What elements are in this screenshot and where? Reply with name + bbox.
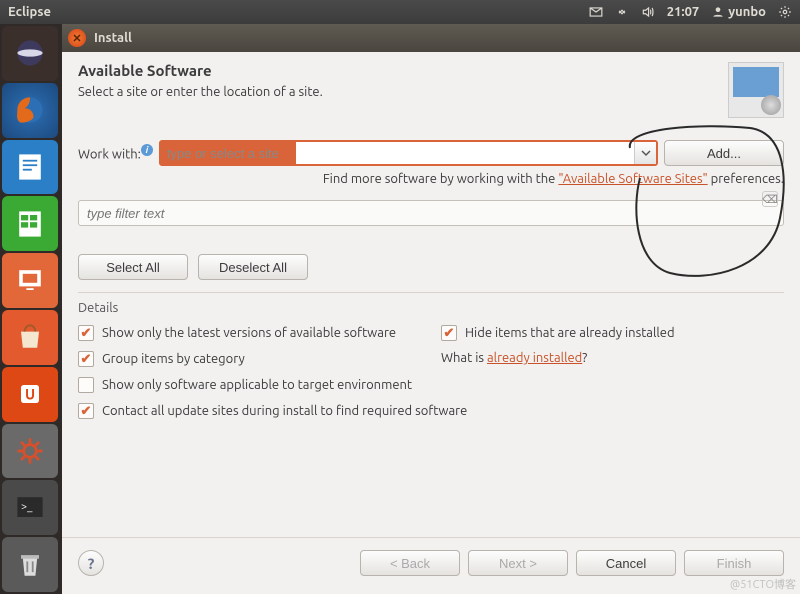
unity-launcher: U >_: [0, 24, 62, 594]
back-button[interactable]: < Back: [360, 550, 460, 576]
add-button[interactable]: Add...: [664, 140, 784, 166]
already-installed-link[interactable]: already installed: [487, 351, 582, 365]
system-tray: 21:07 yunbo: [589, 5, 792, 19]
launcher-writer[interactable]: [2, 140, 58, 195]
network-icon[interactable]: [615, 5, 629, 19]
launcher-ubuntu-one[interactable]: U: [2, 367, 58, 422]
label-hide-installed: Hide items that are already installed: [465, 326, 675, 340]
dialog-title: Install: [94, 31, 132, 45]
checkbox-hide-installed[interactable]: [441, 325, 457, 341]
mail-icon[interactable]: [589, 5, 603, 19]
cancel-button[interactable]: Cancel: [576, 550, 676, 576]
launcher-settings[interactable]: [2, 424, 58, 479]
chevron-down-icon[interactable]: [634, 142, 656, 164]
launcher-trash[interactable]: [2, 537, 58, 592]
close-icon[interactable]: ✕: [68, 29, 86, 47]
clear-filter-icon[interactable]: ⌫: [762, 191, 778, 207]
checkbox-show-latest[interactable]: [78, 325, 94, 341]
watermark: @51CTO博客: [730, 576, 796, 592]
finish-button[interactable]: Finish: [684, 550, 784, 576]
checkbox-target-env[interactable]: [78, 377, 94, 393]
work-with-combo[interactable]: [159, 140, 658, 166]
next-button[interactable]: Next >: [468, 550, 568, 576]
page-heading: Available Software: [78, 62, 728, 79]
launcher-impress[interactable]: [2, 253, 58, 308]
launcher-eclipse[interactable]: [2, 26, 58, 81]
launcher-software-center[interactable]: [2, 310, 58, 365]
hint-row: Find more software by working with the "…: [78, 172, 784, 186]
work-with-input[interactable]: [161, 142, 634, 164]
whatis-row: What is already installed?: [441, 351, 784, 367]
wizard-footer: ? < Back Next > Cancel Finish: [62, 537, 800, 594]
clock[interactable]: 21:07: [667, 5, 700, 19]
app-title: Eclipse: [8, 5, 51, 19]
details-label: Details: [78, 292, 784, 315]
label-group-category: Group items by category: [102, 352, 245, 366]
gear-icon[interactable]: [778, 5, 792, 19]
checkbox-group-category[interactable]: [78, 351, 94, 367]
launcher-calc[interactable]: [2, 196, 58, 251]
checkbox-contact-sites[interactable]: [78, 403, 94, 419]
volume-icon[interactable]: [641, 5, 655, 19]
available-sites-link[interactable]: "Available Software Sites": [558, 172, 707, 186]
select-all-button[interactable]: Select All: [78, 254, 188, 280]
page-subheading: Select a site or enter the location of a…: [78, 85, 728, 99]
label-contact-sites: Contact all update sites during install …: [102, 404, 467, 418]
label-target-env: Show only software applicable to target …: [102, 378, 412, 392]
dialog-titlebar: ✕ Install: [62, 24, 800, 52]
system-menubar: Eclipse 21:07 yunbo: [0, 0, 800, 24]
launcher-terminal[interactable]: >_: [2, 480, 58, 535]
user-menu[interactable]: yunbo: [711, 5, 766, 19]
deselect-all-button[interactable]: Deselect All: [198, 254, 308, 280]
help-button[interactable]: ?: [78, 550, 104, 576]
filter-input[interactable]: [78, 200, 784, 226]
install-dialog: ✕ Install Available Software Select a si…: [62, 24, 800, 594]
svg-text:>_: >_: [21, 501, 33, 513]
svg-text:U: U: [25, 387, 35, 403]
install-wizard-icon: [728, 62, 784, 118]
work-with-label: Work with:i: [78, 144, 153, 161]
label-show-latest: Show only the latest versions of availab…: [102, 326, 396, 340]
launcher-firefox[interactable]: [2, 83, 58, 138]
info-icon: i: [141, 144, 153, 156]
